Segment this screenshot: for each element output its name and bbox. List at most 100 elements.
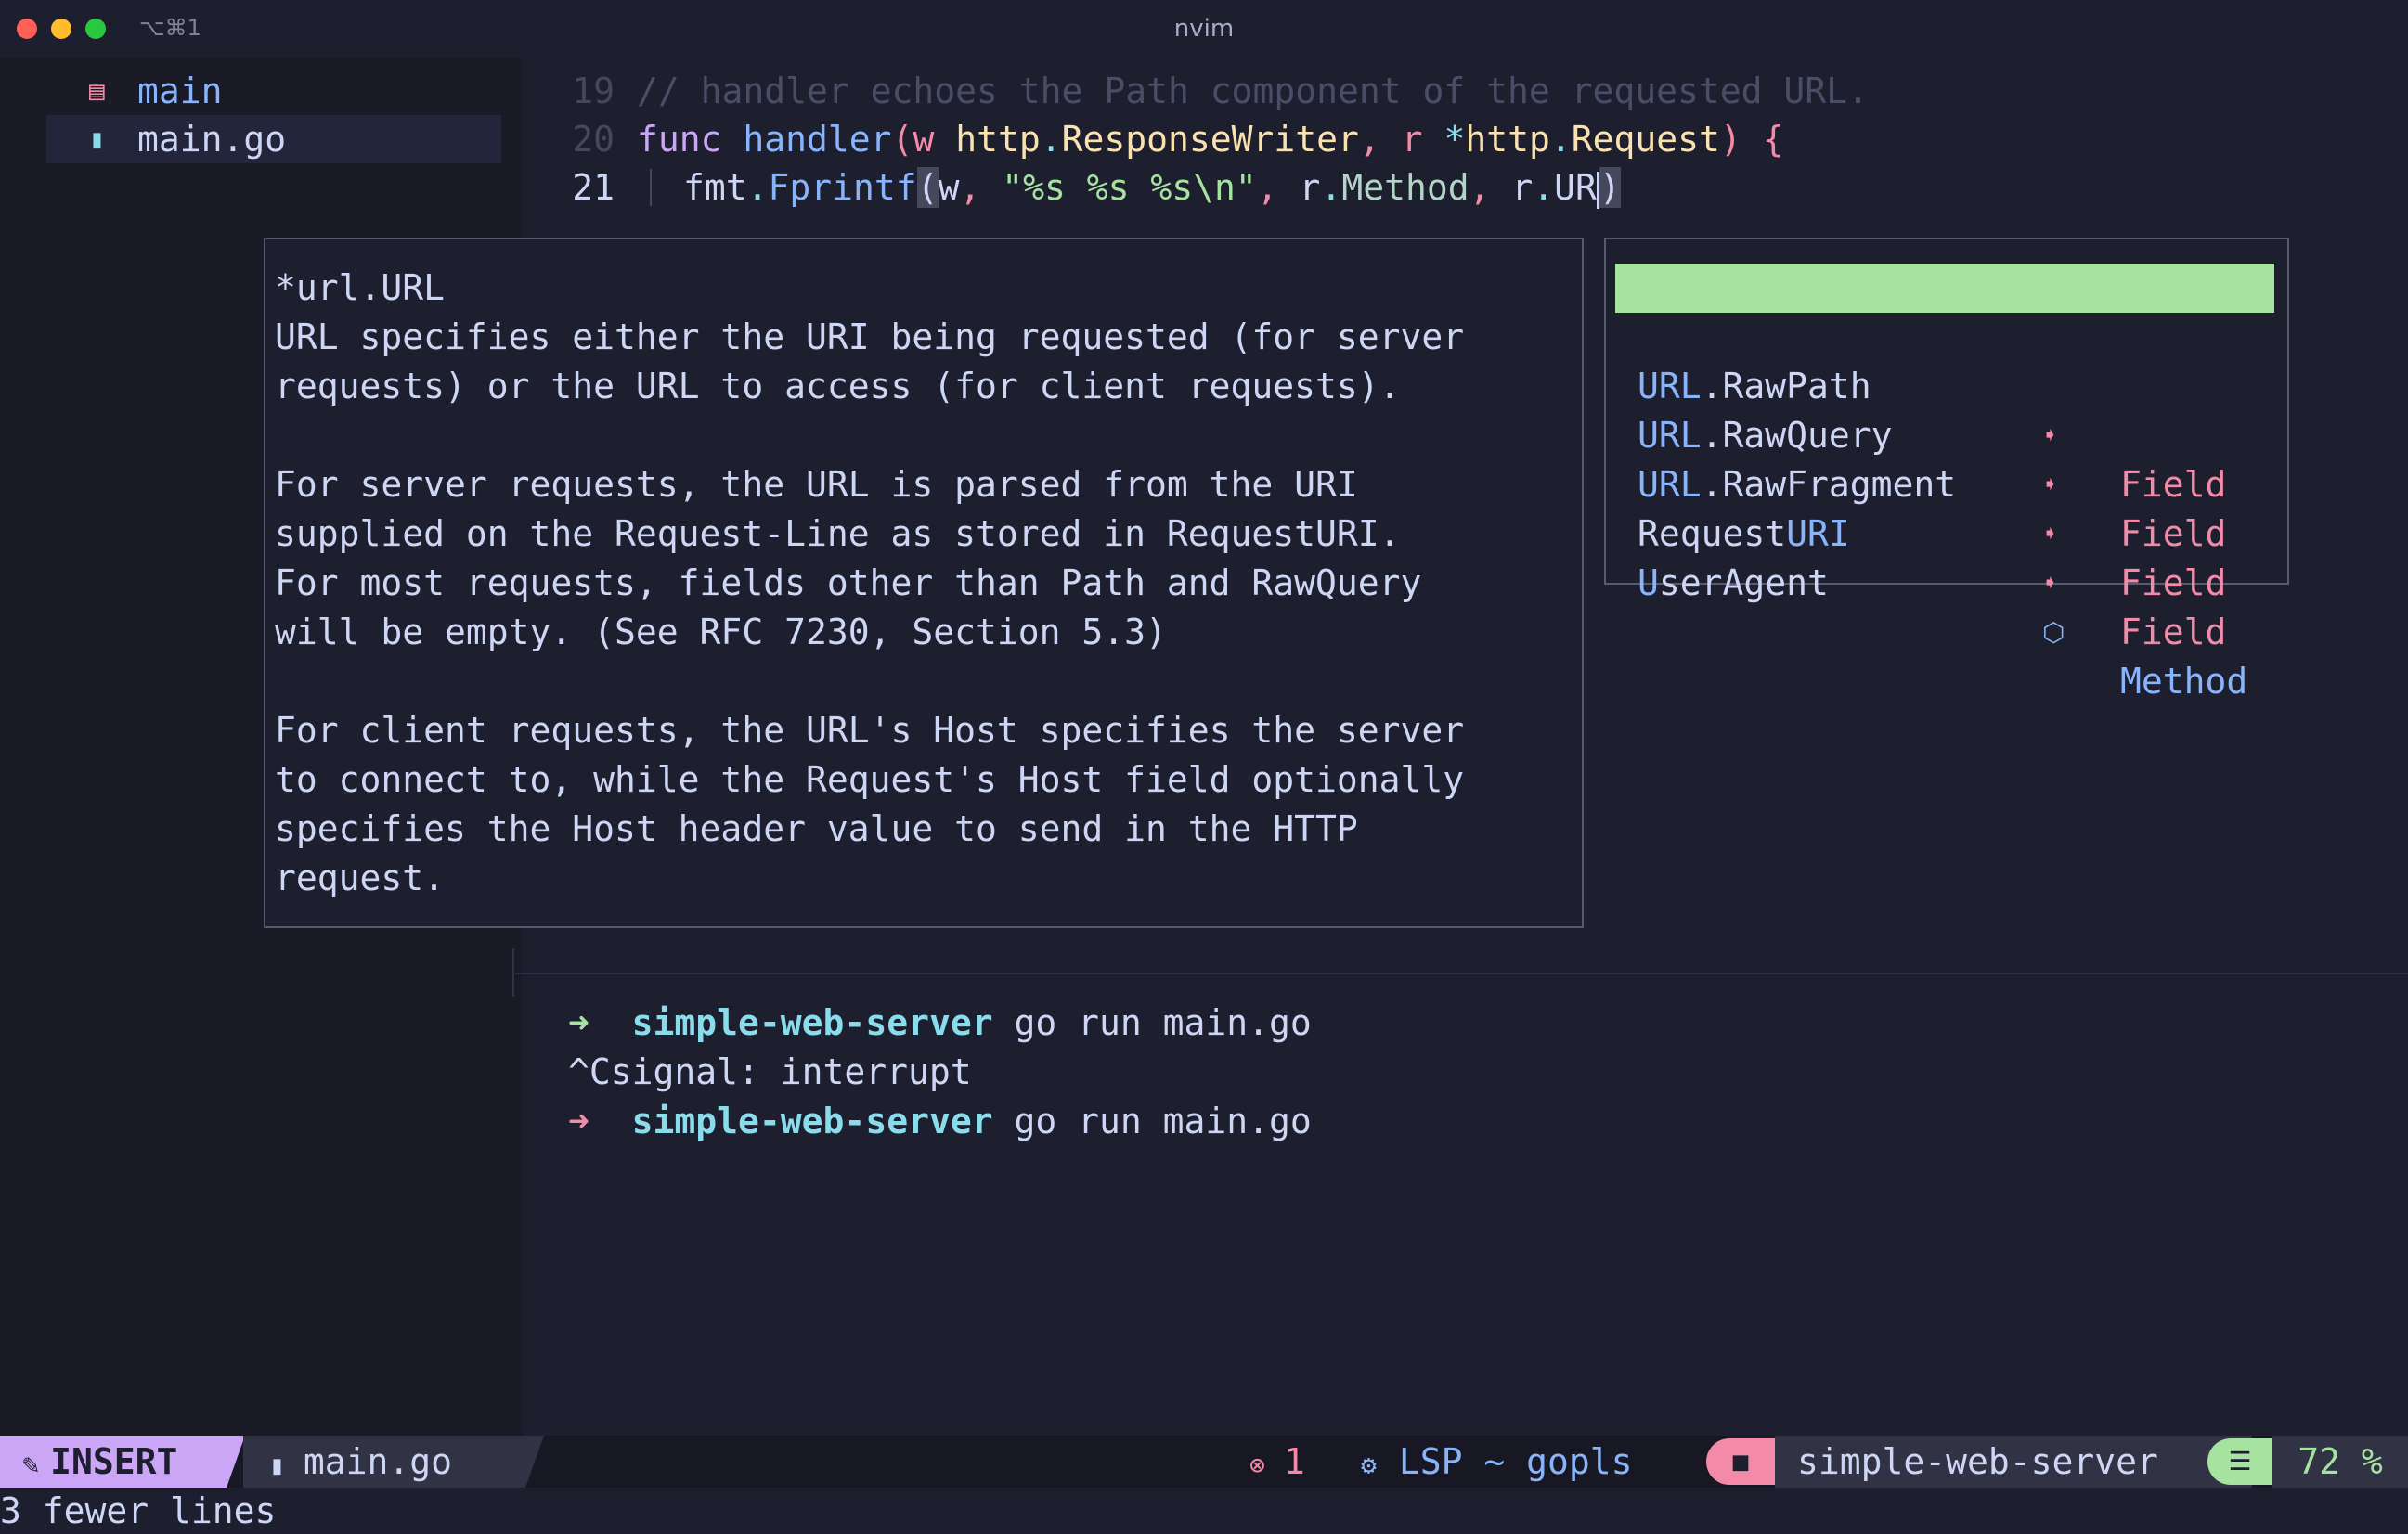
token-package: http [955,119,1041,160]
token-comma: , [1358,119,1402,160]
file-separator [525,1436,544,1488]
token-dot: . [1320,167,1342,208]
completion-item-url-rawfragment[interactable]: URL.RawFragment ➧ Field [1615,411,2274,603]
token-field: Method [1341,167,1469,208]
doc-line: will be empty. (See RFC 7230, Section 5.… [275,612,1167,652]
pencil-icon: ✎ [22,1449,40,1481]
doc-line: For most requests, fields other than Pat… [275,562,1422,603]
token-comma: , [1469,167,1512,208]
gears-icon: ⚙ [1361,1450,1377,1480]
token-dot: . [1533,167,1555,208]
prompt-command: go run main.go [992,1101,1312,1141]
mode-separator [227,1436,245,1488]
doc-line: supplied on the Request-Line as stored i… [275,513,1401,554]
scroll-percent: 72 % [2272,1436,2408,1488]
completion-item-url-rawquery[interactable]: URL.RawQuery ➧ Field [1615,362,2274,554]
doc-line: For server requests, the URL is parsed f… [275,464,1358,505]
token-typing: UR [1554,167,1597,208]
token-comma: , [1256,167,1300,208]
method-cube-icon: ⬡ [2042,617,2065,648]
token-pointer: * [1444,119,1466,160]
token-param: r [1401,119,1423,160]
code-line-comment[interactable]: // handler echoes the Path component of … [637,67,1869,115]
go-gopher-icon: ▮ [269,1450,285,1480]
token-keyword: func [637,119,722,160]
doc-line: requests) or the URL to access (for clie… [275,366,1401,406]
error-icon: ⊗ [1249,1450,1265,1480]
token-function: Fprintf [768,167,917,208]
prompt-directory: simple-web-server [631,1002,993,1043]
diagnostics-count[interactable]: ⊗ 1 [1249,1436,1305,1488]
token-param: w [913,119,935,160]
doc-line: to connect to, while the Request's Host … [275,759,1465,800]
window-title: nvim [1173,15,1235,43]
tree-item-main-go[interactable]: ▮ main.go [46,115,501,163]
status-file: ▮ main.go [243,1436,525,1488]
completion-kind: Field [2120,562,2227,603]
go-gopher-icon: ▮ [89,123,105,154]
doc-line: *url.URL [275,267,446,308]
terminal-line: ➜ simple-web-server go run main.go [568,999,1312,1048]
line-number-current: 21 [572,167,615,208]
token-paren: ) { [1719,119,1784,160]
token-arg: r [1511,167,1534,208]
token-dot: . [1040,119,1062,160]
status-file-name: main.go [303,1441,453,1482]
token-package: fmt [683,167,747,208]
token-dot: . [746,167,769,208]
prompt-arrow-icon: ➜ [568,1002,589,1043]
error-count: 1 [1283,1441,1305,1482]
folder-icon: ■ [1706,1438,1775,1485]
completion-item-useragent[interactable]: UserAgent ⬡ Method [1615,509,2274,702]
token-paren-match: ( [916,167,939,208]
token-string: "%s %s %s\n" [1002,167,1257,208]
prompt-arrow-icon: ➜ [568,1101,589,1141]
terminal-line: ➜ simple-web-server go run main.go [568,1097,1312,1146]
hover-documentation-popup: *url.URL URL specifies either the URI be… [264,238,1584,928]
line-number: 20 [572,119,615,160]
code-line-fprintf[interactable]: fmt.Fprintf(w, "%s %s %s\n", r.Method, r… [683,163,1621,212]
status-directory: simple-web-server [1775,1436,2252,1488]
doc-line: request. [275,857,446,898]
token-type: ResponseWriter [1061,119,1359,160]
doc-line: URL specifies either the URI being reque… [275,316,1465,357]
document-lines-icon: ☰ [2207,1438,2272,1485]
completion-menu: URL ➧ Field URL.RawPath ➧ Field URL.RawQ… [1604,238,2289,702]
token-dot: . [1549,119,1572,160]
doc-line: specifies the Host header value to send … [275,808,1358,849]
token-arg: w [938,167,960,208]
token-arg: r [1299,167,1321,208]
completion-item-url-rawpath[interactable]: URL.RawPath ➧ Field [1615,313,2274,505]
completion-rest: serAgent [1658,562,1829,603]
command-line-message: 3 fewer lines [0,1490,277,1531]
token-paren-match: ) [1599,167,1621,208]
prompt-command: go run main.go [992,1002,1312,1043]
lsp-label: LSP ~ gopls [1398,1441,1633,1482]
token-paren: ( [891,119,913,160]
completion-match: U [1638,562,1659,603]
token-function: handler [743,119,892,160]
mode-label: INSERT [50,1441,178,1482]
tree-item-label: main.go [137,119,287,160]
token-comma: , [959,167,1003,208]
text-cursor [1596,171,1599,209]
line-number: 19 [572,71,615,111]
tree-item-main[interactable]: ▤ main [46,67,501,115]
mode-indicator: ✎ INSERT [0,1436,227,1488]
vertical-split-divider[interactable] [512,948,514,997]
notes-icon: ▤ [89,75,105,106]
prompt-directory: simple-web-server [631,1101,993,1141]
completion-kind: Field [2120,612,2227,652]
horizontal-split-divider[interactable] [515,973,2408,974]
completion-word: UserAgent [1638,559,1829,608]
token-package: http [1465,119,1550,160]
terminal-line: ^Csignal: interrupt [568,1051,972,1092]
code-line-func[interactable]: func handler(w http.ResponseWriter, r *h… [637,115,1784,163]
token-type: Request [1571,119,1720,160]
completion-item-requesturi[interactable]: RequestURI ➧ Field [1615,460,2274,652]
completion-item-url[interactable]: URL ➧ Field [1615,264,2274,456]
indent-guide [650,169,652,206]
